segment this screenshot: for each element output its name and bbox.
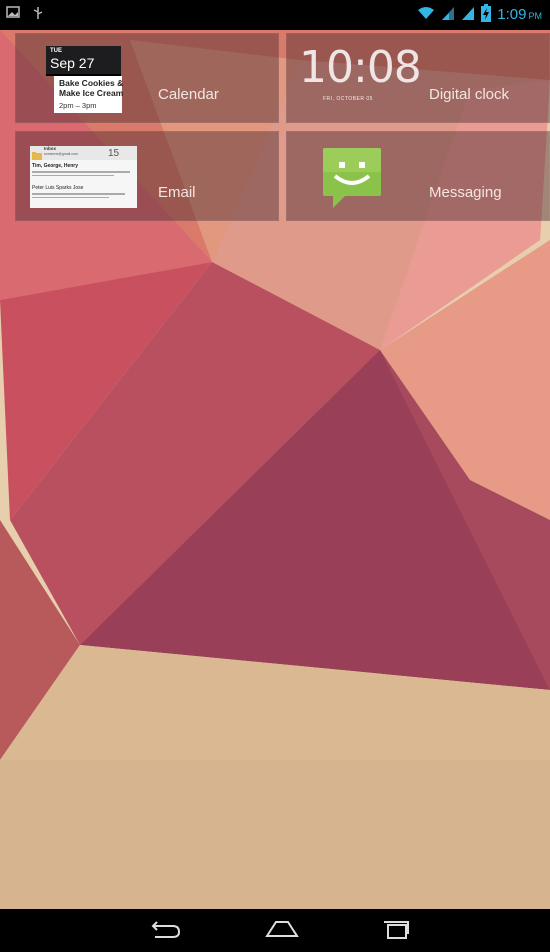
smiley-message-icon [321,146,385,215]
recent-apps-button[interactable] [376,917,416,945]
home-button[interactable] [262,917,302,945]
calendar-preview-header: TUE Sep 27 [46,46,121,74]
email-preview-sender: Tim, George, Henry [32,163,79,169]
widget-label-digital-clock: Digital clock [429,86,510,103]
battery-icon [481,4,492,27]
email-preview-account: someone@gmail.com [44,152,78,156]
back-button[interactable] [146,917,186,945]
recent-apps-icon [379,918,413,945]
status-time: 1:09 PM [497,5,542,26]
email-preview-snippet [32,174,115,176]
email-preview-snippet [32,196,110,198]
widget-label-email: Email [158,184,196,201]
email-preview-snippet [32,171,130,173]
signal-icon [441,5,455,26]
calendar-preview-event-title-line1: Bake Cookies & [59,78,124,88]
widget-digital-clock[interactable]: 10:08 FRI, OCTOBER 05 Digital clock [286,33,550,123]
wifi-icon [417,5,435,26]
widget-calendar[interactable]: TUE Sep 27 Bake Cookies & Make Ice Cream… [15,33,279,123]
device-screen: 1:09 PM TUE Sep 27 Bake Cookies & Make Ic… [0,0,550,952]
signal-icon [461,5,475,26]
navigation-bar [0,909,550,952]
calendar-preview-event-title: Bake Cookies & Make Ice Cream [59,78,125,98]
status-time-ampm: PM [528,11,543,21]
calendar-preview-event: Bake Cookies & Make Ice Cream 2pm – 3pm [54,76,125,113]
email-preview-folder: Inbox [44,146,56,151]
calendar-preview-event-time: 2pm – 3pm [59,101,97,110]
usb-icon [32,5,44,26]
email-preview-row: Tim, George, Henry [32,163,135,176]
calendar-preview-day: TUE [50,48,62,54]
email-preview-count: 15 [108,148,120,159]
email-preview-sender: Peter Luis Sparks Jose [32,185,84,191]
home-icon [264,918,300,945]
widget-email[interactable]: Inbox someone@gmail.com 15 Tim, George, … [15,131,279,221]
calendar-preview-event-title-line2: Make Ice Cream [59,88,124,98]
back-icon [149,918,183,945]
clock-preview-date: FRI, OCTOBER 05 [323,96,373,102]
calendar-widget-preview: TUE Sep 27 Bake Cookies & Make Ice Cream… [46,46,125,113]
email-preview-header: Inbox someone@gmail.com 15 [30,146,137,160]
widget-messaging[interactable]: Messaging [286,131,550,221]
widget-label-messaging: Messaging [429,184,502,201]
email-widget-preview: Inbox someone@gmail.com 15 Tim, George, … [30,146,137,208]
widget-label-calendar: Calendar [158,86,219,103]
status-time-value: 1:09 [497,6,527,23]
calendar-preview-date: Sep 27 [50,55,95,71]
image-icon [6,5,20,26]
status-bar: 1:09 PM [0,0,550,30]
email-preview-snippet [32,193,125,195]
clock-preview-time: 10:08 [299,42,422,93]
email-preview-row: Peter Luis Sparks Jose [32,185,135,198]
